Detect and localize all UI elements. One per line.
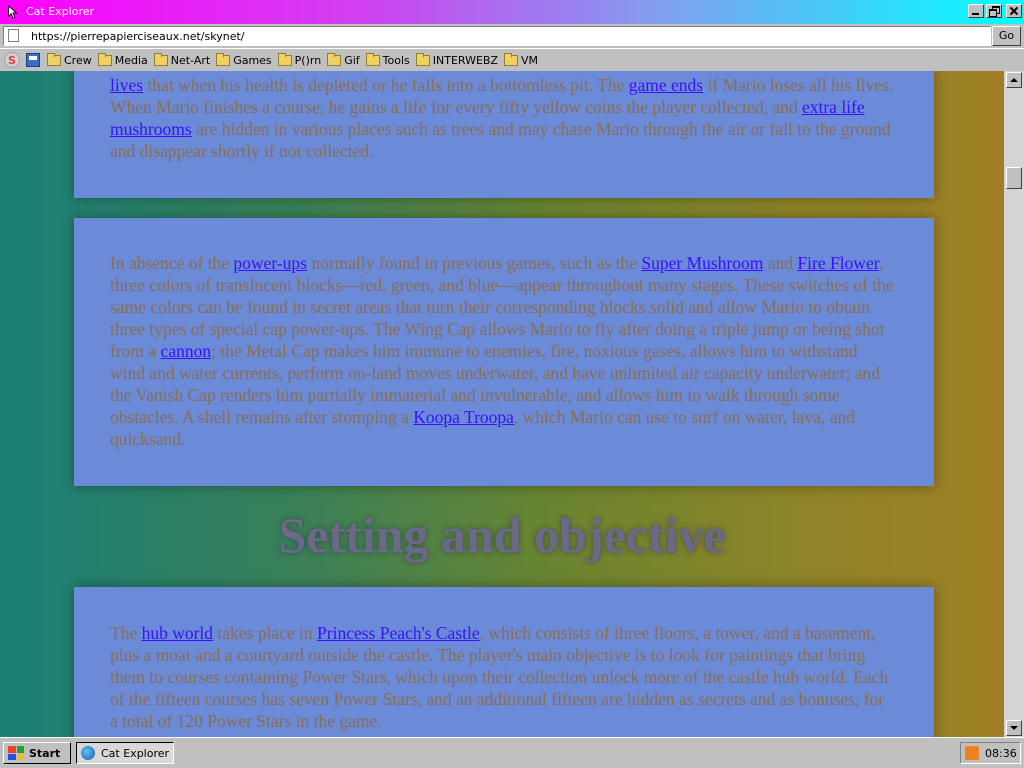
cursor-icon xyxy=(8,5,18,19)
vertical-scrollbar[interactable] xyxy=(1004,71,1024,737)
inline-link[interactable]: game ends xyxy=(629,75,703,95)
text-run: takes place in xyxy=(213,623,318,643)
inline-link[interactable]: Fire Flower xyxy=(797,253,878,273)
inline-link[interactable]: hub world xyxy=(142,623,213,643)
bookmark-media[interactable]: Media xyxy=(97,52,148,67)
folder-icon xyxy=(327,52,342,66)
s-logo-icon[interactable]: S xyxy=(4,52,20,68)
system-tray: 08:36 xyxy=(960,742,1021,764)
inline-link[interactable]: Princess Peach's Castle xyxy=(317,623,480,643)
folder-icon xyxy=(365,52,380,66)
globe-icon xyxy=(81,746,95,760)
url-text[interactable]: https://pierrepapierciseaux.net/skynet/ xyxy=(31,30,244,43)
scroll-down-arrow-icon[interactable] xyxy=(1006,720,1022,736)
window-title: Cat Explorer xyxy=(26,5,95,18)
close-button[interactable] xyxy=(1006,4,1022,18)
rss-feed-icon[interactable] xyxy=(965,746,979,760)
scroll-thumb[interactable] xyxy=(1006,167,1022,189)
inline-link[interactable]: power-ups xyxy=(233,253,307,273)
title-bar: Cat Explorer xyxy=(0,0,1024,24)
minimize-button[interactable] xyxy=(968,4,984,18)
inline-link[interactable]: cannon xyxy=(161,341,212,361)
folder-icon xyxy=(415,52,430,66)
scroll-up-arrow-icon[interactable] xyxy=(1006,72,1022,88)
taskbar: Start Cat Explorer 08:36 xyxy=(0,737,1024,768)
text-run: are hidden in various places such as tre… xyxy=(110,119,891,161)
text-run: and xyxy=(763,253,798,273)
bookmark-games[interactable]: Games xyxy=(216,52,272,67)
text-run: normally found in previous games, such a… xyxy=(306,253,642,273)
paragraph-hub-world: The hub world takes place in Princess Pe… xyxy=(110,622,894,732)
bookmark-gif[interactable]: Gif xyxy=(327,52,360,67)
inline-link[interactable]: Koopa Troopa xyxy=(413,407,514,427)
paragraph-power-ups: In absence of the power-ups normally fou… xyxy=(110,252,894,450)
bookmarks-bar: S Crew Media Net-Art Games P()rn Gif Too… xyxy=(0,48,1024,71)
section-heading: Setting and objective xyxy=(278,507,726,563)
folder-icon xyxy=(47,52,61,66)
save-disk-icon[interactable] xyxy=(26,53,40,67)
address-bar: https://pierrepapierciseaux.net/skynet/ … xyxy=(0,24,1024,48)
go-button[interactable]: Go xyxy=(992,26,1021,46)
start-button[interactable]: Start xyxy=(3,742,71,764)
paragraph-lives: lives that when his health is depleted o… xyxy=(110,74,894,162)
folder-icon xyxy=(97,52,112,66)
clock: 08:36 xyxy=(985,746,1017,760)
folder-icon xyxy=(216,52,231,66)
text-run: that when his health is depleted or he f… xyxy=(143,75,629,95)
url-field[interactable]: https://pierrepapierciseaux.net/skynet/ xyxy=(3,26,991,46)
folder-icon xyxy=(504,52,519,66)
bookmark-vm[interactable]: VM xyxy=(504,52,538,67)
restore-button[interactable] xyxy=(986,4,1002,18)
taskbar-item-cat-explorer[interactable]: Cat Explorer xyxy=(76,742,174,764)
window-controls xyxy=(968,4,1022,18)
bookmark-net-art[interactable]: Net-Art xyxy=(153,52,210,67)
page-icon xyxy=(8,29,19,42)
folder-icon xyxy=(277,52,292,66)
content-card: lives that when his health is depleted o… xyxy=(74,71,934,198)
content-card: In absence of the power-ups normally fou… xyxy=(74,218,934,486)
bookmark-porn[interactable]: P()rn xyxy=(277,52,321,67)
windows-logo-icon xyxy=(8,746,24,760)
bookmark-tools[interactable]: Tools xyxy=(365,52,410,67)
folder-icon xyxy=(153,52,168,66)
bookmark-crew[interactable]: Crew xyxy=(47,52,92,67)
content-card: The hub world takes place in Princess Pe… xyxy=(74,587,934,737)
page-viewport[interactable]: lives that when his health is depleted o… xyxy=(0,71,1004,737)
inline-link[interactable]: Super Mushroom xyxy=(641,253,763,273)
text-run: The xyxy=(110,623,142,643)
text-run: In absence of the xyxy=(110,253,234,273)
inline-link[interactable]: lives xyxy=(110,75,143,95)
bookmark-interwebz[interactable]: INTERWEBZ xyxy=(415,52,498,67)
